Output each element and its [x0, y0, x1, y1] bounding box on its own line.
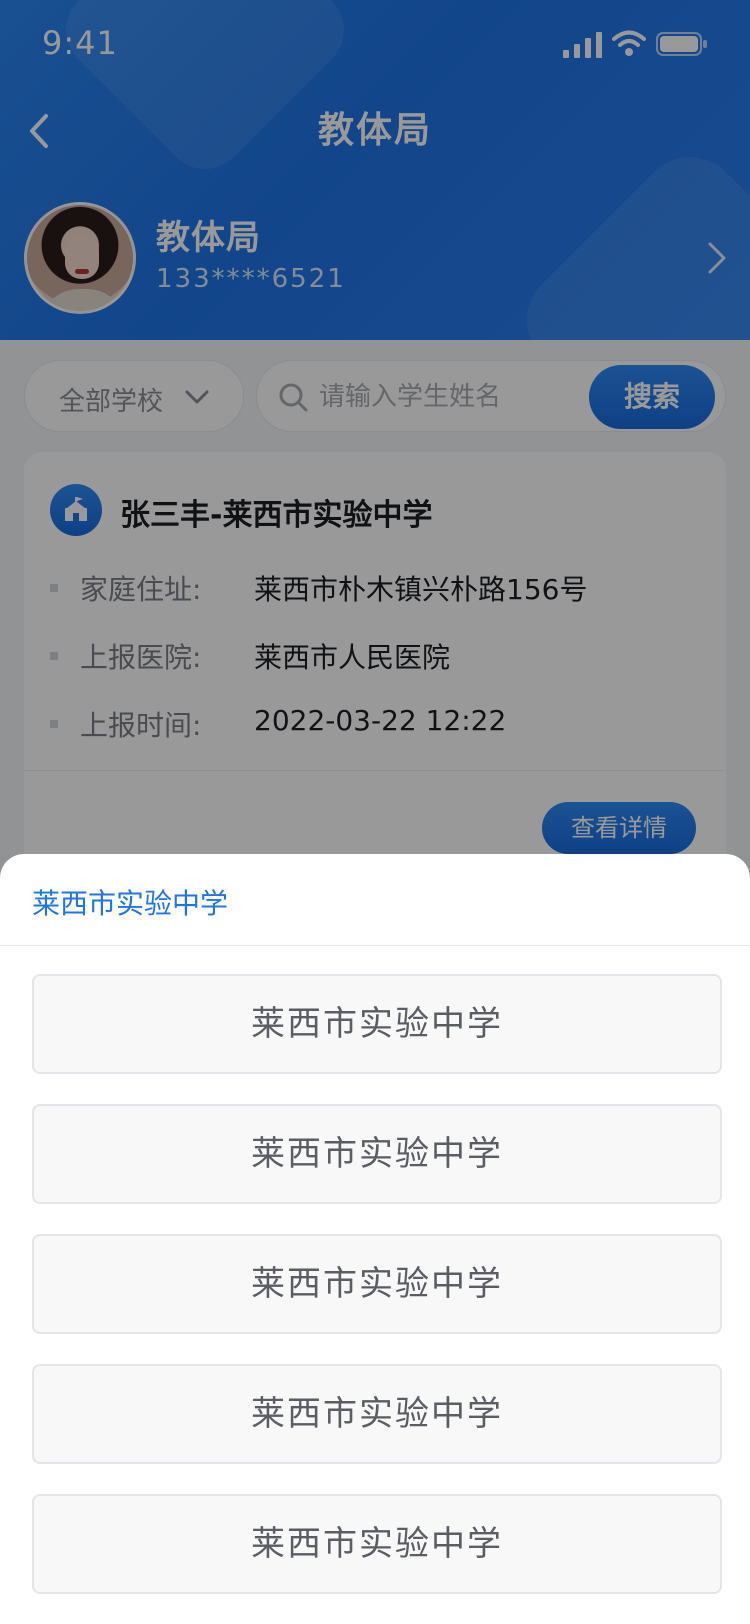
school-option[interactable]: 莱西市实验中学 [32, 974, 722, 1074]
school-option[interactable]: 莱西市实验中学 [32, 1494, 722, 1594]
screen: 9:41 教体局 教体局 133****6521 全部学校 请输入学生姓名 搜索… [0, 0, 750, 1624]
school-option[interactable]: 莱西市实验中学 [32, 1234, 722, 1334]
sheet-title: 莱西市实验中学 [32, 887, 229, 920]
school-option[interactable]: 莱西市实验中学 [32, 1104, 722, 1204]
school-picker-sheet: 莱西市实验中学 莱西市实验中学 莱西市实验中学 莱西市实验中学 莱西市实验中学 … [0, 854, 750, 1624]
sheet-header: 莱西市实验中学 [0, 854, 750, 946]
school-option[interactable]: 莱西市实验中学 [32, 1364, 722, 1464]
